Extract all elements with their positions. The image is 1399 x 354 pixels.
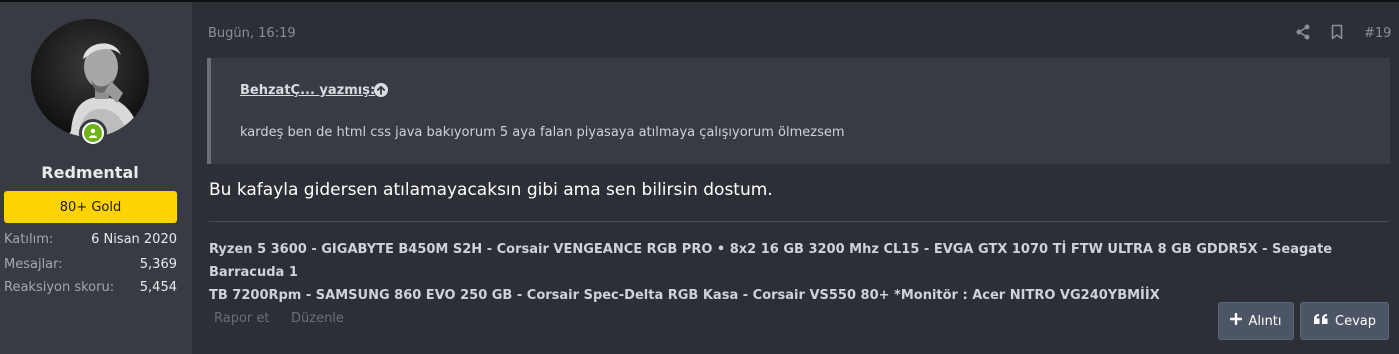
user-signature: Ryzen 5 3600 - GIGABYTE B450M S2H - Cors…: [209, 238, 1389, 307]
arrow-up-circle-icon[interactable]: [373, 82, 389, 98]
username[interactable]: Redmental: [0, 163, 180, 182]
post-number[interactable]: #19: [1364, 26, 1391, 41]
bookmark-icon[interactable]: [1329, 24, 1345, 40]
stat-value[interactable]: 5,369: [140, 257, 177, 272]
stat-value: 6 Nisan 2020: [91, 232, 177, 247]
quote-text: kardeş ben de html css java bakıyorum 5 …: [240, 125, 845, 140]
signature-line: TB 7200Rpm - SAMSUNG 860 EVO 250 GB - Co…: [209, 288, 1160, 303]
quote-block: BehzatÇ... yazmış: kardeş ben de html cs…: [207, 58, 1390, 164]
online-status-icon: [79, 119, 107, 147]
stat-label: Katılım:: [4, 232, 54, 247]
quote-marks-icon: [1313, 313, 1329, 329]
stat-label: Mesajlar:: [4, 257, 63, 272]
user-sidebar: Redmental 80+ Gold Katılım: 6 Nisan 2020…: [0, 2, 192, 354]
stat-label: Reaksiyon skoru:: [4, 280, 115, 295]
report-link[interactable]: Rapor et: [214, 311, 270, 326]
post-message: Bu kafayla gidersen atılamayacaksın gibi…: [209, 180, 773, 200]
post-date[interactable]: Bugün, 16:19: [208, 26, 296, 41]
signature-divider: [209, 221, 1389, 222]
plus-icon: [1230, 312, 1243, 329]
quote-author[interactable]: BehzatÇ... yazmış:: [240, 83, 375, 98]
quote-button-label: Alıntı: [1248, 313, 1282, 329]
edit-link[interactable]: Düzenle: [291, 311, 344, 326]
user-title-badge: 80+ Gold: [4, 191, 177, 223]
quote-button[interactable]: Alıntı: [1218, 302, 1294, 340]
reply-button[interactable]: Cevap: [1300, 302, 1389, 340]
post-body: Bugün, 16:19 #19 BehzatÇ... yazmış: kard…: [192, 2, 1399, 354]
share-icon[interactable]: [1295, 24, 1311, 40]
signature-line: Ryzen 5 3600 - GIGABYTE B450M S2H - Cors…: [209, 242, 1333, 280]
stat-value: 5,454: [139, 280, 177, 295]
reply-button-label: Cevap: [1335, 313, 1376, 329]
